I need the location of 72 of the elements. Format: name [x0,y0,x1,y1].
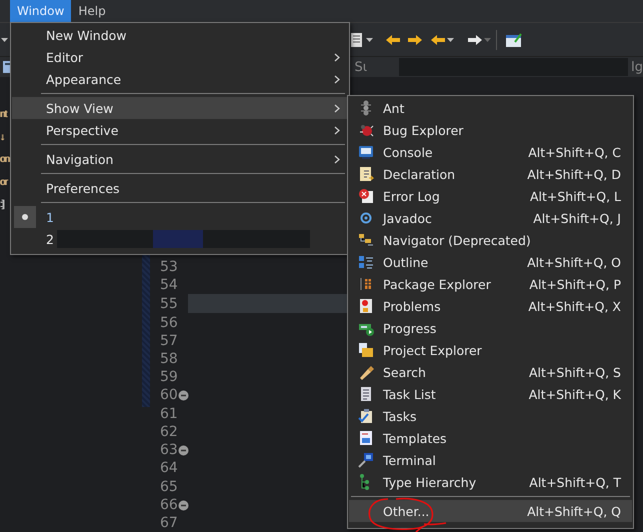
terminal-icon [358,452,374,468]
code-fragment: :] [0,198,4,212]
ant-icon [358,100,374,116]
menu-title[interactable]: Window [10,0,72,22]
line-number: 54 [159,277,179,294]
code-fragment: or [0,176,7,190]
menu-item[interactable]: Task List Alt+Shift+Q, K [349,383,632,405]
outline-icon [358,254,374,270]
menu-item[interactable]: Templates [349,427,632,449]
menu-item[interactable]: Type Hierarchy Alt+Shift+Q, T [349,471,632,493]
menu-item[interactable]: Outline Alt+Shift+Q, O [349,251,632,273]
monitor-icon [358,144,374,160]
fold-icon[interactable] [178,500,189,511]
window-icon[interactable] [505,32,523,48]
document-icon [358,166,374,182]
menu-item[interactable]: Console Alt+Shift+Q, C [349,141,632,163]
line-number: 67 [159,514,179,531]
menu-item[interactable]: Editor [12,46,348,68]
fold-icon[interactable] [178,445,189,456]
line-number: 64 [159,460,179,476]
menu-item[interactable]: Progress [349,317,632,339]
menu-item[interactable]: Navigation [12,148,348,170]
line-number: 53 [159,259,179,276]
menu-item[interactable]: Show View [12,97,348,119]
line-number: 60 [150,387,188,404]
menu-item[interactable]: 2 [12,228,348,250]
menu-item[interactable]: Bug Explorer [349,119,632,141]
document-icon[interactable] [349,32,365,48]
menu-item[interactable]: Search Alt+Shift+Q, S [349,361,632,383]
menu-item[interactable]: Appearance [12,68,348,90]
folder-documents-icon [358,342,374,358]
at-sign-icon [358,210,374,226]
menu-item[interactable]: Javadoc Alt+Shift+Q, J [349,207,632,229]
menu-item[interactable]: Terminal [349,449,632,471]
fold-icon[interactable] [178,390,189,402]
folder-tree-icon [358,232,374,248]
warning-board-icon [358,298,374,314]
menu-item[interactable]: Problems Alt+Shift+Q, X [349,295,632,317]
line-number: 57 [159,332,179,349]
menu-item[interactable]: Error Log Alt+Shift+Q, L [349,185,632,207]
radio-dot-icon [22,214,28,220]
menu-item[interactable]: Declaration Alt+Shift+Q, D [349,163,632,185]
menu-item[interactable]: Other... Alt+Shift+Q, Q [349,500,632,522]
line-number: 62 [159,424,179,440]
menu-item[interactable]: Ant [349,97,632,119]
line-number: 61 [159,406,179,422]
code-fragment: ↓ [0,130,4,144]
line-number: 55 [159,296,179,312]
menu-item[interactable]: Preferences [12,177,348,199]
menu-item[interactable]: Project Explorer [349,339,632,361]
error-document-icon [358,188,374,204]
line-number: 58 [159,350,179,367]
line-number: 59 [159,369,179,386]
package-grid-icon [358,276,374,292]
menu-item[interactable]: Tasks [349,405,632,427]
template-icon [358,430,374,446]
line-number: 66 [150,496,188,513]
line-number: 63 [150,442,188,458]
code-fragment: nt [0,108,6,122]
bug-icon [358,122,374,138]
menu-item[interactable]: Package Explorer Alt+Shift+Q, P [349,273,632,295]
tab-label[interactable]: Sι [354,60,368,74]
line-number: 56 [159,314,179,331]
line-number: 65 [159,478,179,495]
menu-item[interactable]: Navigator (Deprecated) [349,229,632,251]
clipboard-list-icon [358,386,374,402]
code-fragment: on [0,153,10,167]
clipboard-check-icon [358,408,374,424]
menu-title[interactable]: Help [71,0,113,22]
menu-item[interactable]: Perspective [12,119,348,141]
tab-label[interactable]: lg [631,60,643,74]
menu-item[interactable]: 1 [12,206,348,228]
